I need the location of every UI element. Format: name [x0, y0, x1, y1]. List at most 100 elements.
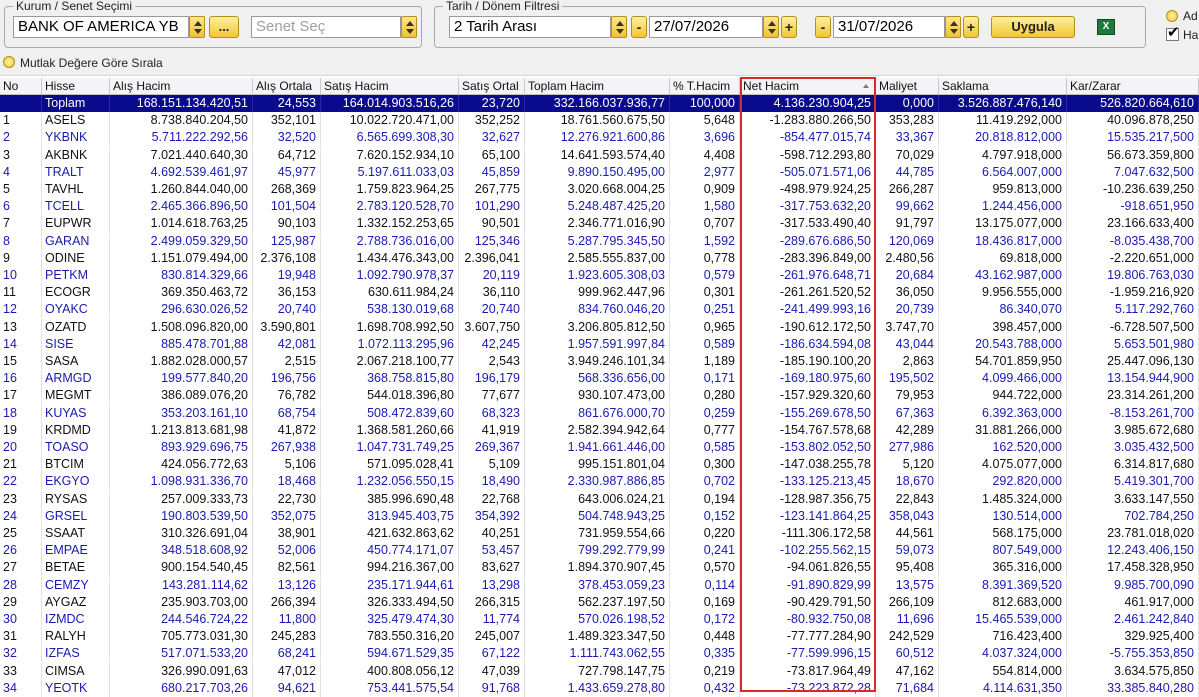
start-date-input[interactable]: 27/07/2026: [649, 16, 763, 38]
table-row[interactable]: 10 PETKM 830.814.329,66 19,948 1.092.790.978…: [0, 267, 1199, 284]
cell-saklama: 8.391.369,520: [939, 577, 1067, 594]
kurum-browse-button[interactable]: ...: [209, 16, 239, 38]
column-header-kar-zarar[interactable]: Kar/Zarar: [1067, 78, 1199, 95]
apply-button[interactable]: Uygula: [991, 16, 1075, 38]
table-row[interactable]: 20 TOASO 893.929.696,75 267,938 1.047.731.74…: [0, 439, 1199, 456]
cell-net-hacim: -155.269.678,50: [740, 405, 876, 422]
table-row[interactable]: 21 BTCIM 424.056.772,63 5,106 571.095.028,41…: [0, 456, 1199, 473]
column-header-net-hacim[interactable]: Net Hacim: [740, 78, 876, 95]
cell-alis-ortala: 41,872: [253, 422, 321, 439]
end-date-input[interactable]: 31/07/2026: [833, 16, 945, 38]
start-date-minus-button[interactable]: -: [631, 16, 647, 38]
cell-saklama: 4.075.077,000: [939, 456, 1067, 473]
cell-net-hacim: -317.533.490,40: [740, 215, 876, 232]
cell-satis-ortal: 90,501: [459, 215, 525, 232]
table-row[interactable]: 24 GRSEL 190.803.539,50 352,075 313.945.403,…: [0, 508, 1199, 525]
table-row[interactable]: 29 AYGAZ 235.903.703,00 266,394 326.333.494,…: [0, 594, 1199, 611]
column-header-alis-ortala[interactable]: Alış Ortala: [253, 78, 321, 95]
kurum-select-arrow-icon[interactable]: [189, 16, 205, 38]
table-row[interactable]: 4 TRALT 4.692.539.461,97 45,977 5.197.611.03…: [0, 164, 1199, 181]
table-row[interactable]: 2 YKBNK 5.711.222.292,56 32,520 6.565.699.30…: [0, 129, 1199, 146]
cell-kar-zarar: -5.755.353,850: [1067, 645, 1199, 662]
table-row[interactable]: 28 CEMZY 143.281.114,62 13,126 235.171.944,6…: [0, 577, 1199, 594]
table-row[interactable]: 7 EUPWR 1.014.618.763,25 90,103 1.332.152.25…: [0, 215, 1199, 232]
cell-satis-ortal: 125,346: [459, 233, 525, 250]
right-option2-checkbox[interactable]: ✔: [1166, 25, 1180, 41]
cell-no: 9: [0, 250, 42, 267]
table-row[interactable]: 33 CIMSA 326.990.091,63 47,012 400.808.056,1…: [0, 663, 1199, 680]
table-row[interactable]: 5 TAVHL 1.260.844.040,00 268,369 1.759.823.9…: [0, 181, 1199, 198]
table-row[interactable]: 6 TCELL 2.465.366.896,50 101,504 2.783.120.5…: [0, 198, 1199, 215]
cell-alis-ortala: 90,103: [253, 215, 321, 232]
table-row[interactable]: 19 KRDMD 1.213.813.681,98 41,872 1.368.581.2…: [0, 422, 1199, 439]
cell-t-hacim-pct: 0,169: [670, 594, 740, 611]
column-header-toplam-hacim[interactable]: Toplam Hacim: [525, 78, 670, 95]
column-header-saklama[interactable]: Saklama: [939, 78, 1067, 95]
column-header-alis-hacim[interactable]: Alış Hacim: [110, 78, 253, 95]
cell-satis-hacim: 1.092.790.978,37: [321, 267, 459, 284]
end-date-arrow-icon[interactable]: [945, 16, 961, 38]
table-row[interactable]: 31 RALYH 705.773.031,30 245,283 783.550.316,…: [0, 628, 1199, 645]
period-select-arrow-icon[interactable]: [611, 16, 627, 38]
cell-satis-ortal: 20,740: [459, 301, 525, 318]
table-row[interactable]: 26 EMPAE 348.518.608,92 52,006 450.774.171,0…: [0, 542, 1199, 559]
start-date-plus-button[interactable]: +: [781, 16, 797, 38]
end-date-minus-button[interactable]: -: [815, 16, 831, 38]
table-row[interactable]: 30 IZMDC 244.546.724,22 11,800 325.479.474,3…: [0, 611, 1199, 628]
table-row[interactable]: 1 ASELS 8.738.840.204,50 352,101 10.022.720.…: [0, 112, 1199, 129]
table-row[interactable]: 3 AKBNK 7.021.440.640,30 64,712 7.620.152.93…: [0, 147, 1199, 164]
end-date-plus-button[interactable]: +: [963, 16, 979, 38]
kurum-legend: Kurum / Senet Seçimi: [13, 0, 136, 13]
cell-net-hacim: -154.767.578,68: [740, 422, 876, 439]
column-header-satis-ortal[interactable]: Satış Ortal: [459, 78, 525, 95]
total-row[interactable]: Toplam 168.151.134.420,51 24,553 164.014.90…: [0, 95, 1199, 112]
cell-kar-zarar: 2.461.242,840: [1067, 611, 1199, 628]
cell-satis-hacim: 235.171.944,61: [321, 577, 459, 594]
cell-net-hacim: -157.929.320,60: [740, 387, 876, 404]
cell-toplam-hacim: 1.923.605.308,03: [525, 267, 670, 284]
column-header-t-hacim-pct[interactable]: % T.Hacim: [670, 78, 740, 95]
cell-satis-ortal: 2,543: [459, 353, 525, 370]
table-row[interactable]: 16 ARMGD 199.577.840,20 196,756 368.758.815,…: [0, 370, 1199, 387]
cell-maliyet: 195,502: [876, 370, 939, 387]
column-header-hisse[interactable]: Hisse: [42, 78, 110, 95]
table-row[interactable]: 9 ODINE 1.151.079.494,00 2.376,108 1.434.476…: [0, 250, 1199, 267]
kurum-select[interactable]: BANK OF AMERICA YB: [13, 16, 189, 38]
table-row[interactable]: 34 YEOTK 680.217.703,26 94,621 753.441.575,5…: [0, 680, 1199, 697]
table-row[interactable]: 18 KUYAS 353.203.161,10 68,754 508.472.839,6…: [0, 405, 1199, 422]
table-row[interactable]: 22 EKGYO 1.098.931.336,70 18,468 1.232.056.5…: [0, 473, 1199, 490]
start-date-arrow-icon[interactable]: [763, 16, 779, 38]
cell-toplam-hacim: 9.890.150.495,00: [525, 164, 670, 181]
table-row[interactable]: 15 SASA 1.882.028.000,57 2,515 2.067.218.100…: [0, 353, 1199, 370]
column-header-no[interactable]: No: [0, 78, 42, 95]
table-row[interactable]: 27 BETAE 900.154.540,45 82,561 994.216.367,0…: [0, 559, 1199, 576]
column-header-satis-hacim[interactable]: Satış Hacim: [321, 78, 459, 95]
table-row[interactable]: 32 IZFAS 517.071.533,20 68,241 594.671.529,3…: [0, 645, 1199, 662]
sort-absolute-radio[interactable]: [3, 56, 15, 68]
table-row[interactable]: 8 GARAN 2.499.059.329,50 125,987 2.788.736.0…: [0, 233, 1199, 250]
cell-hisse: KRDMD: [42, 422, 110, 439]
table-row[interactable]: 23 RYSAS 257.009.333,73 22,730 385.996.690,4…: [0, 491, 1199, 508]
cell-hisse: TAVHL: [42, 181, 110, 198]
cell-saklama: 1.485.324,000: [939, 491, 1067, 508]
cell-alis-ortala: 2.376,108: [253, 250, 321, 267]
cell-saklama: 9.956.555,000: [939, 284, 1067, 301]
cell-toplam-hacim: 2.585.555.837,00: [525, 250, 670, 267]
senet-select[interactable]: Senet Seç: [251, 16, 401, 38]
table-row[interactable]: 25 SSAAT 310.326.691,04 38,901 421.632.863,6…: [0, 525, 1199, 542]
cell-toplam-hacim: 999.962.447,96: [525, 284, 670, 301]
table-row[interactable]: 13 OZATD 1.508.096.820,00 3.590,801 1.698.70…: [0, 319, 1199, 336]
period-select[interactable]: 2 Tarih Arası: [449, 16, 611, 38]
cell-toplam-hacim: 995.151.801,04: [525, 456, 670, 473]
table-row[interactable]: 12 OYAKC 296.630.026,52 20,740 538.130.019,6…: [0, 301, 1199, 318]
column-header-maliyet[interactable]: Maliyet: [876, 78, 939, 95]
cell-maliyet: 13,575: [876, 577, 939, 594]
excel-export-icon[interactable]: X: [1097, 19, 1115, 35]
cell-satis-ortal: 5,109: [459, 456, 525, 473]
senet-select-arrow-icon[interactable]: [401, 16, 417, 38]
table-row[interactable]: 11 ECOGR 369.350.463,72 36,153 630.611.984,2…: [0, 284, 1199, 301]
right-option1-radio[interactable]: [1166, 10, 1178, 22]
table-row[interactable]: 14 SISE 885.478.701,88 42,081 1.072.113.295,…: [0, 336, 1199, 353]
cell-alis-ortala: 352,075: [253, 508, 321, 525]
table-row[interactable]: 17 MEGMT 386.089.076,20 76,782 544.018.396,8…: [0, 387, 1199, 404]
